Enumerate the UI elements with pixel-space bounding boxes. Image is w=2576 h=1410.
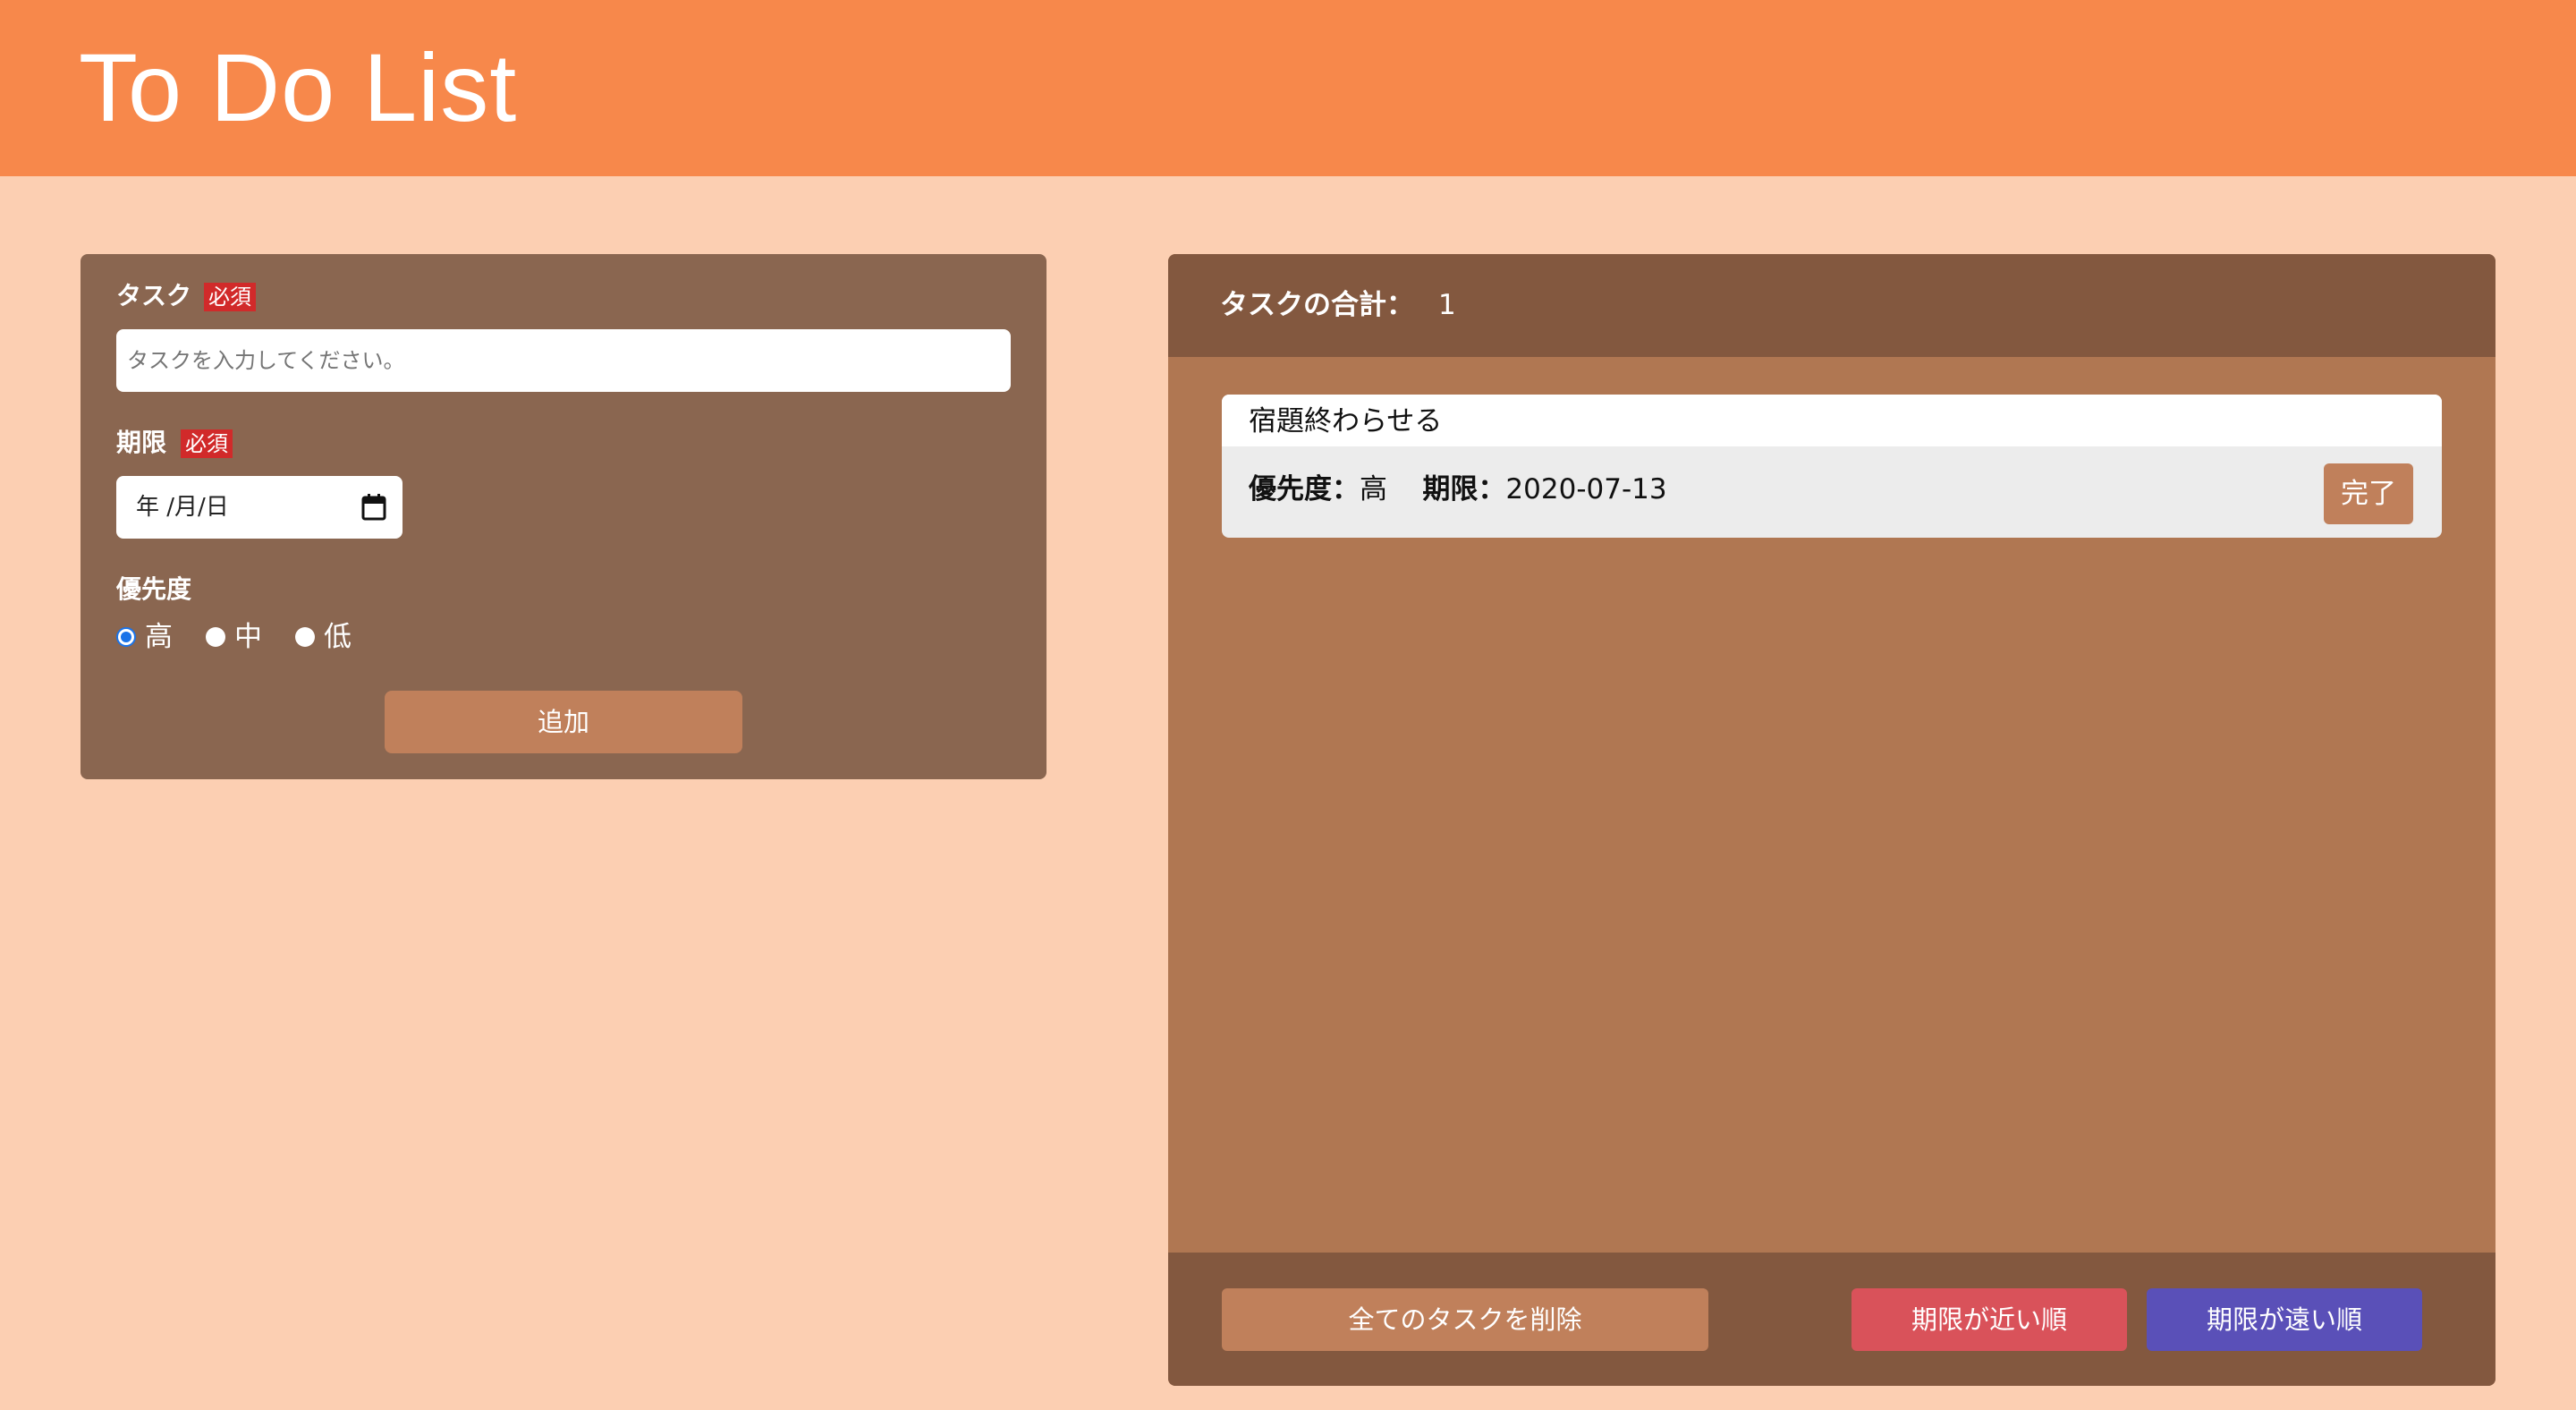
task-card: 宿題終わらせる 優先度：高 期限：2020-07-13 完了: [1222, 395, 2442, 538]
task-label: タスク: [116, 281, 192, 310]
task-deadline-value: 2020-07-13: [1505, 473, 1667, 505]
delete-all-button[interactable]: 全てのタスクを削除: [1222, 1288, 1708, 1351]
priority-high-radio[interactable]: [116, 627, 136, 647]
task-deadline-label: 期限：: [1422, 473, 1506, 505]
task-list-panel: タスクの合計： 1 宿題終わらせる 優先度：高 期限：2020-07-13 完了…: [1168, 254, 2496, 1386]
task-list-header: タスクの合計： 1: [1168, 254, 2496, 357]
app-header: To Do List: [0, 0, 2576, 176]
task-required-badge: 必須: [204, 283, 256, 311]
task-name-bar: 宿題終わらせる: [1222, 395, 2442, 446]
priority-option-low[interactable]: 低: [295, 619, 352, 655]
priority-high-label: 高: [145, 621, 173, 653]
complete-button[interactable]: 完了: [2324, 463, 2413, 524]
deadline-required-badge: 必須: [181, 429, 233, 458]
task-input[interactable]: [116, 329, 1011, 392]
sort-by-farthest-deadline-button[interactable]: 期限が遠い順: [2147, 1288, 2422, 1351]
task-total-count: 1: [1438, 289, 1456, 321]
priority-option-medium[interactable]: 中: [206, 619, 262, 655]
priority-low-label: 低: [324, 621, 352, 653]
deadline-label: 期限: [116, 428, 167, 457]
task-total-label: タスクの合計：: [1220, 289, 1414, 321]
add-button[interactable]: 追加: [385, 691, 742, 753]
task-priority-label: 優先度：: [1249, 473, 1360, 505]
task-meta: 優先度：高 期限：2020-07-13: [1249, 471, 1667, 507]
task-form-panel: タスク 必須 期限 必須 年 /月/日 優先度 高 中 低 追加: [80, 254, 1046, 779]
priority-medium-label: 中: [234, 621, 262, 653]
app-title: To Do List: [79, 33, 518, 141]
priority-medium-radio[interactable]: [206, 627, 225, 647]
priority-option-high[interactable]: 高: [116, 619, 173, 655]
deadline-date-input[interactable]: 年 /月/日: [116, 476, 402, 539]
sort-by-nearest-deadline-button[interactable]: 期限が近い順: [1852, 1288, 2127, 1351]
task-list-footer: 全てのタスクを削除 期限が近い順 期限が遠い順: [1168, 1253, 2496, 1386]
priority-low-radio[interactable]: [295, 627, 315, 647]
task-name: 宿題終わらせる: [1249, 405, 1443, 437]
priority-label: 優先度: [116, 574, 192, 604]
deadline-date-value: 年 /月/日: [136, 494, 229, 521]
calendar-icon[interactable]: [361, 494, 386, 521]
task-priority-value: 高: [1360, 473, 1387, 505]
